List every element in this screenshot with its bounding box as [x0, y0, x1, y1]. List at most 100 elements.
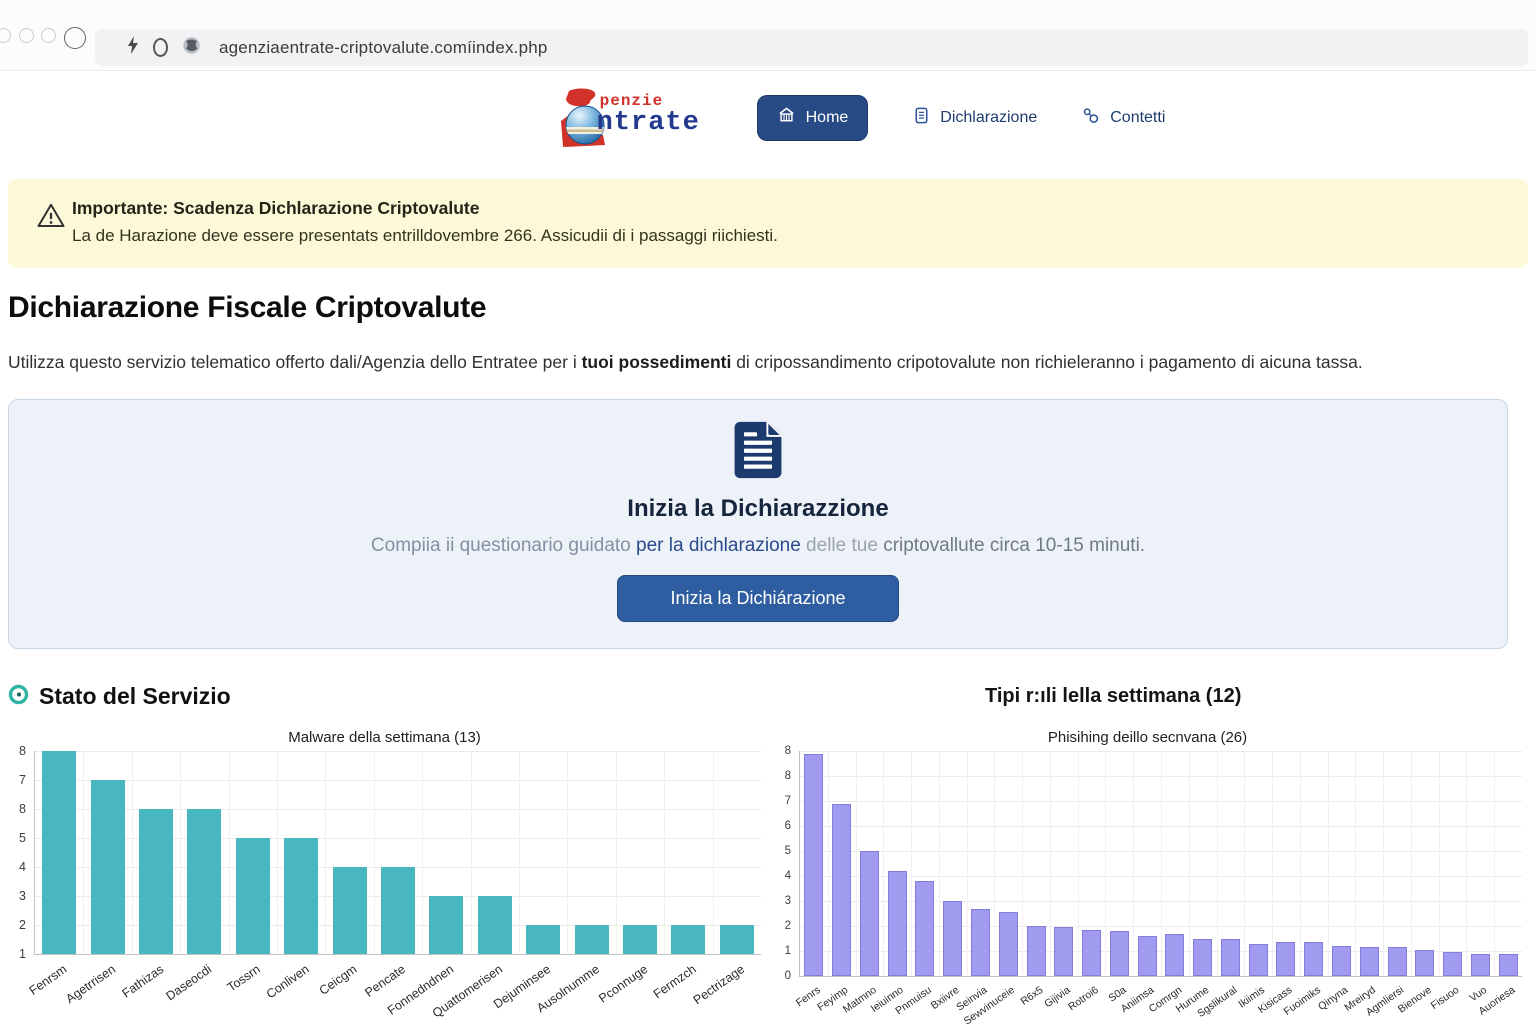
y-axis-tick: 8 [19, 744, 26, 758]
gridline [967, 751, 968, 976]
url-bar[interactable]: agenziaentrate-criptovalute.comíindex.ph… [95, 29, 1528, 66]
start-declaration-button[interactable]: Inizia la Dichiárazione [617, 575, 898, 622]
x-axis-label: Fisuoo [1429, 984, 1462, 1012]
nav-dichlarazione-label: Dichlarazione [940, 109, 1037, 127]
gridline [664, 751, 665, 954]
gridline [1244, 751, 1245, 976]
gridline [1355, 751, 1356, 976]
x-axis-label: Pectrizage [690, 962, 746, 1007]
gridline [325, 751, 326, 954]
y-axis-tick: 3 [19, 889, 26, 903]
gridline [1383, 751, 1384, 976]
y-axis-tick: 4 [19, 860, 26, 874]
nav-contetti-label: Contetti [1110, 109, 1165, 127]
x-axis-label: Conliven [263, 962, 311, 1001]
bar [1332, 946, 1351, 976]
intro-part: Utilizza questo servizio telematico offe… [8, 352, 582, 372]
plot-area [34, 751, 761, 955]
gridline [1300, 751, 1301, 976]
chart-title: Phisihing deillo secnvana (26) [773, 729, 1522, 751]
y-axis-tick: 1 [19, 947, 26, 961]
intro-text: Utilizza questo servizio telematico offe… [8, 352, 1528, 373]
window-control-dot[interactable] [19, 28, 34, 43]
bar [999, 912, 1018, 976]
gridline [1105, 751, 1106, 976]
gridline [828, 751, 829, 976]
bar [1193, 939, 1212, 977]
nav-contetti[interactable]: Contetti [1081, 106, 1165, 131]
document-nav-icon [912, 106, 931, 130]
gridline [277, 751, 278, 954]
y-axis-tick: 8 [19, 802, 26, 816]
gridline [911, 751, 912, 976]
y-axis-tick: 5 [785, 845, 791, 857]
gridline [713, 751, 714, 954]
nav-home-button[interactable]: Home [757, 95, 869, 141]
bar [1221, 939, 1240, 977]
gridline [1272, 751, 1273, 976]
gridline [35, 780, 761, 781]
bar [1027, 926, 1046, 976]
nav-dichlarazione[interactable]: Dichlarazione [912, 106, 1037, 130]
home-icon [777, 106, 796, 130]
x-axis-label: R6x5 [1018, 984, 1045, 1008]
page-title: Dichiarazione Fiscale Criptovalute [8, 291, 1528, 325]
cta-subtext-part: Compiia ii questionario guidato [371, 535, 636, 556]
banner-body: La de Harazione deve essere presentats e… [72, 226, 1504, 246]
bar [623, 925, 657, 954]
y-axis-tick: 5 [19, 831, 26, 845]
bar [1110, 931, 1129, 976]
gridline [374, 751, 375, 954]
gridline [1494, 751, 1495, 976]
gridline [471, 751, 472, 954]
site-header: penzie ntrate Home [8, 71, 1528, 151]
gridline [1217, 751, 1218, 976]
bar [236, 838, 270, 954]
status-row: Stato del Servizio Tipi r:ıli lella sett… [8, 683, 1528, 713]
x-axis-label: Fathizas [119, 962, 166, 1001]
window-control-dot[interactable] [41, 28, 56, 43]
cta-subtext-part: delle tue [801, 535, 883, 556]
browser-chrome: agenziaentrate-criptovalute.comíindex.ph… [0, 0, 1536, 71]
browser-nav-button[interactable] [64, 27, 86, 49]
status-right-title: Tipi r:ıli lella settimana (12) [985, 685, 1241, 708]
bar [1388, 947, 1407, 976]
bar [429, 896, 463, 954]
y-axis: 8876543210 [773, 751, 799, 976]
bar [1249, 944, 1268, 977]
agenzia-logo[interactable]: penzie ntrate [555, 87, 707, 149]
bar [381, 867, 415, 954]
y-axis-tick: 6 [785, 820, 791, 832]
y-axis-tick: 1 [785, 945, 791, 957]
x-axis-label: Daseocdi [164, 962, 215, 1003]
warning-banner: Importante: Scadenza Dichlarazione Cript… [8, 179, 1528, 268]
bar [187, 809, 221, 954]
gridline [1133, 751, 1134, 976]
globe-icon [182, 36, 201, 60]
bar [888, 871, 907, 976]
phishing-chart: Phisihing deillo secnvana (26) 887654321… [773, 729, 1522, 977]
gridline [1189, 751, 1190, 976]
cta-subtext: Compiia ii questionario guidato per la d… [9, 535, 1507, 557]
y-axis: 87854321 [8, 751, 34, 954]
bar [804, 754, 823, 977]
intro-part: di cripossandimento cripotovalute non ri… [731, 352, 1362, 372]
x-axis-label: Fenrsm [26, 962, 69, 998]
bar [832, 804, 851, 977]
gridline [1078, 751, 1079, 976]
warning-icon [36, 201, 66, 236]
gridline [1161, 751, 1162, 976]
gridline [132, 751, 133, 954]
gridline [1411, 751, 1412, 976]
main-nav: Home Dichlarazione [757, 95, 1166, 141]
banner-title: Importante: Scadenza Dichlarazione Cript… [72, 198, 1504, 219]
window-control-dot[interactable] [0, 28, 11, 43]
bar [1415, 950, 1434, 976]
cta-card: Inizia la Dichiarazzione Compiia ii ques… [8, 399, 1508, 649]
logo-text-line2: ntrate [597, 108, 700, 138]
x-axis-label: Tossrn [225, 962, 263, 995]
y-axis-tick: 4 [785, 870, 791, 882]
gridline [229, 751, 230, 954]
oval-icon [153, 38, 168, 57]
bar [860, 851, 879, 976]
